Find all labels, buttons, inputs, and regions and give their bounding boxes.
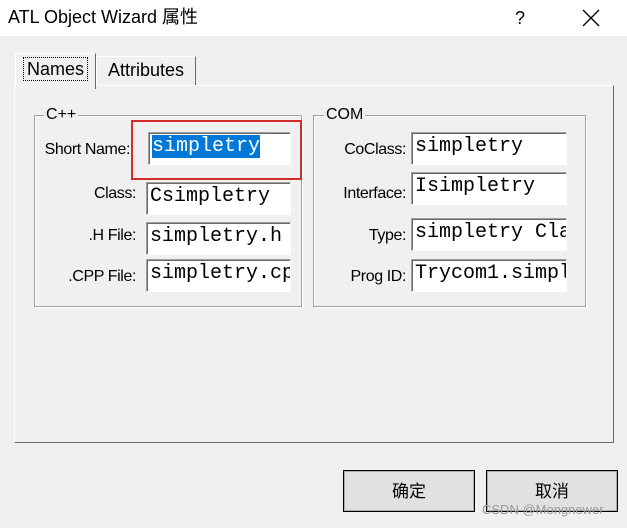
cpp-group-legend: C++ [44, 106, 79, 124]
prog-id-label: Prog ID: [350, 268, 407, 285]
tab-names-label: Names [22, 57, 89, 81]
tab-attributes[interactable]: Attributes [96, 56, 196, 87]
prog-id-input[interactable]: Trycom1.simpletry [411, 259, 567, 292]
short-name-label: Short Name: [44, 141, 131, 158]
type-input[interactable]: simpletry Class [411, 218, 567, 251]
com-group-legend: COM [324, 106, 366, 124]
type-label: Type: [368, 227, 407, 244]
cpp-file-input[interactable]: simpletry.cpp [146, 259, 291, 292]
interface-input[interactable]: Isimpletry [411, 172, 567, 205]
cpp-file-label: .CPP File: [68, 268, 136, 285]
class-label: Class: [93, 185, 136, 202]
tab-names[interactable]: Names [15, 53, 96, 89]
h-file-input[interactable]: simpletry.h [146, 222, 291, 255]
tab-attributes-label: Attributes [107, 60, 185, 80]
h-file-label: .H File: [88, 227, 137, 244]
help-button[interactable]: ? [500, 0, 540, 36]
close-icon [582, 9, 600, 27]
watermark: CSDN @Mongnewer [482, 502, 604, 517]
interface-label: Interface: [343, 185, 406, 202]
class-input[interactable]: Csimpletry [146, 182, 291, 215]
window-title: ATL Object Wizard 属性 [8, 7, 199, 27]
close-button[interactable] [566, 0, 616, 36]
ok-button[interactable]: 确定 [343, 470, 475, 512]
coclass-input[interactable]: simpletry [411, 132, 567, 165]
coclass-label: CoClass: [344, 141, 406, 158]
highlight-box [131, 120, 302, 180]
